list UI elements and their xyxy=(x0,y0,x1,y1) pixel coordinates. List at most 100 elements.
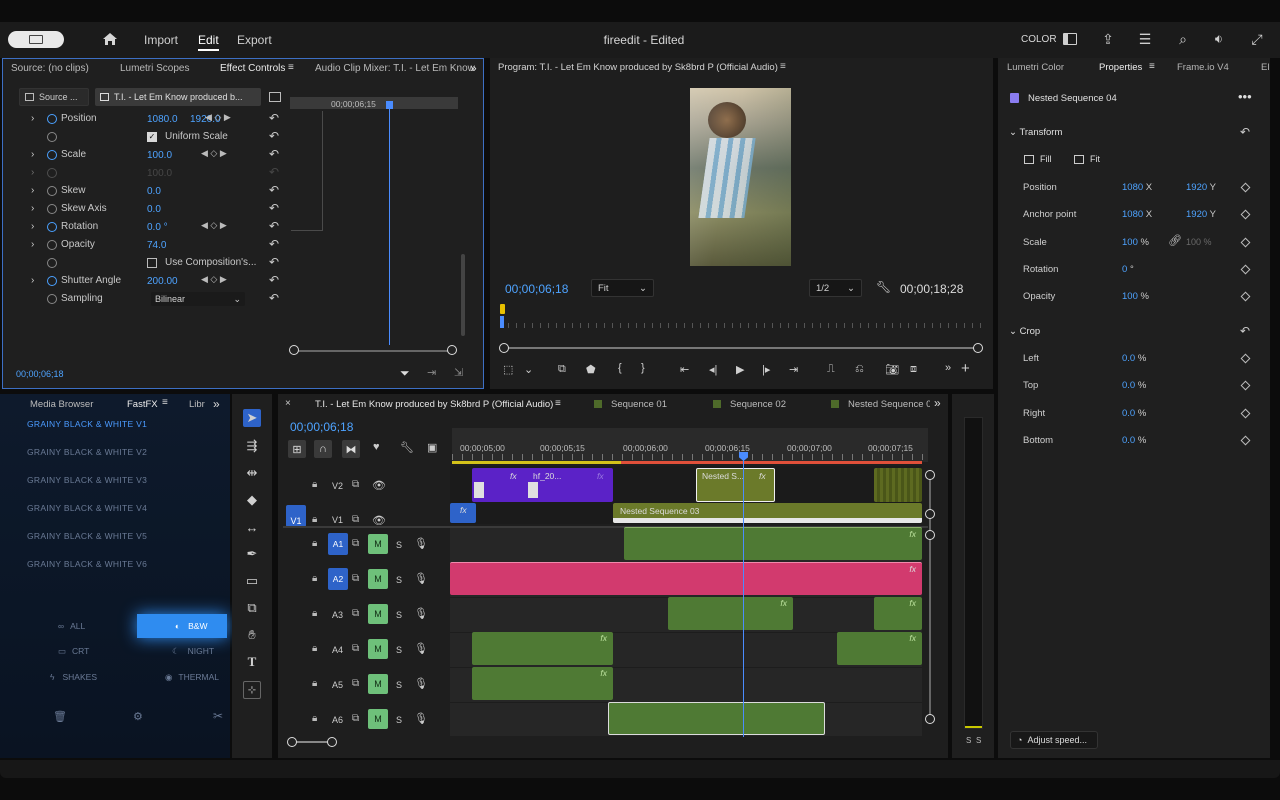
program-ruler[interactable] xyxy=(500,313,982,331)
ripple-edit-icon[interactable]: ⇹ xyxy=(243,464,261,482)
use-composition-checkbox[interactable] xyxy=(147,258,157,268)
generative-extend-icon[interactable]: ⊹ xyxy=(243,681,261,699)
multicam-icon[interactable]: ⧈ xyxy=(910,363,917,376)
meter-solo-right[interactable]: S xyxy=(976,736,981,745)
track-lock-icon[interactable]: 🔒︎ xyxy=(312,514,317,525)
fullscreen-icon[interactable]: ⤢ xyxy=(1249,30,1265,48)
stopwatch-icon[interactable] xyxy=(47,204,57,214)
share-icon[interactable]: ⇪ xyxy=(1100,30,1116,48)
stopwatch-icon[interactable] xyxy=(47,294,57,304)
shutter-angle-value[interactable]: 200.00 xyxy=(147,276,178,287)
tab-menu-icon[interactable]: ≡ xyxy=(1149,61,1155,72)
solo-button[interactable]: S xyxy=(396,680,402,690)
fx-item[interactable]: GRAINY BLACK & WHITE V3 xyxy=(27,475,147,485)
ec-zoom-handle-right[interactable] xyxy=(447,345,457,355)
prop-position-y[interactable]: 1920 Y xyxy=(1186,182,1216,193)
close-tab-icon[interactable]: × xyxy=(285,398,291,409)
export-frame-icon[interactable]: ⇲ xyxy=(454,366,463,379)
ec-playhead[interactable] xyxy=(389,101,390,345)
filter-night[interactable]: ☾ NIGHT xyxy=(172,646,214,657)
prop-anchor-y[interactable]: 1920 Y xyxy=(1186,209,1216,220)
track-a5-label[interactable]: A5 xyxy=(332,680,343,690)
marker-icon[interactable]: ⬟ xyxy=(586,363,596,376)
reset-icon[interactable]: ↶ xyxy=(269,201,279,215)
crop-top-value[interactable]: 0.0 % xyxy=(1122,380,1146,391)
vscroll-handle[interactable] xyxy=(925,509,935,519)
program-zoom-left[interactable] xyxy=(499,343,509,353)
stopwatch-icon[interactable] xyxy=(47,186,57,196)
prop-rotation-value[interactable]: 0 ° xyxy=(1122,264,1134,275)
clip-a3b[interactable]: fx xyxy=(874,597,922,630)
tab-el[interactable]: El xyxy=(1261,62,1269,73)
trash-icon[interactable]: 🗑︎ xyxy=(53,710,67,723)
program-zoom-bar[interactable] xyxy=(504,347,978,349)
mute-button[interactable]: M xyxy=(368,639,388,659)
track-lock-icon[interactable]: 🔒︎ xyxy=(312,479,317,490)
solo-button[interactable]: S xyxy=(396,575,402,585)
ec-timecode[interactable]: 00;00;06;18 xyxy=(16,369,64,379)
microphone-icon[interactable]: 🎙︎ xyxy=(414,537,428,550)
clip-v1-left[interactable]: fx xyxy=(450,503,476,523)
clip-v2-right[interactable] xyxy=(874,468,922,502)
hand-tool-icon[interactable]: ✋︎ xyxy=(243,626,261,644)
mute-button[interactable]: M xyxy=(368,534,388,554)
hscroll-handle-right[interactable] xyxy=(327,737,337,747)
toggle-sync-icon[interactable]: ⧉ xyxy=(352,643,359,654)
fit-dropdown[interactable]: Fit ⌄ xyxy=(591,279,654,297)
clip-a5[interactable]: fx xyxy=(472,667,613,700)
stopwatch-icon[interactable] xyxy=(47,114,57,124)
toggle-sync-icon[interactable]: ⧉ xyxy=(352,479,359,490)
crop-bottom-value[interactable]: 0.0 % xyxy=(1122,435,1146,446)
filter-shakes[interactable]: ϟ SHAKES xyxy=(50,672,97,682)
fx-item[interactable]: GRAINY BLACK & WHITE V4 xyxy=(27,503,147,513)
clip-chip[interactable]: T.I. - Let Em Know produced b... xyxy=(95,88,261,106)
color-label[interactable]: COLOR xyxy=(1021,34,1057,45)
split-view-icon[interactable] xyxy=(269,92,281,102)
reset-icon[interactable]: ↶ xyxy=(1240,324,1250,338)
filter-icon[interactable]: ⏷ xyxy=(400,366,410,381)
source-chip[interactable]: Source ... xyxy=(19,88,89,106)
chevron-down-icon[interactable]: ⌄ xyxy=(524,363,533,376)
prop-position-x[interactable]: 1080 X xyxy=(1122,182,1152,193)
track-a4-label[interactable]: A4 xyxy=(332,645,343,655)
track-lock-icon[interactable]: 🔒︎ xyxy=(312,608,317,619)
lift-icon[interactable]: ⎍ xyxy=(827,363,835,376)
program-playhead-blue[interactable] xyxy=(500,316,504,328)
track-a6-label[interactable]: A6 xyxy=(332,715,343,725)
prop-opacity-value[interactable]: 100 % xyxy=(1122,291,1149,302)
tab-properties[interactable]: Properties xyxy=(1099,62,1142,73)
work-area-bar[interactable] xyxy=(452,461,922,464)
expand-chevron-icon[interactable]: › xyxy=(31,149,34,160)
timeline-tab-seq02[interactable]: Sequence 02 xyxy=(730,399,786,410)
toggle-sync-icon[interactable]: ⧉ xyxy=(352,514,359,525)
crop-header[interactable]: ⌄ Crop xyxy=(1009,326,1040,337)
solo-button[interactable]: S xyxy=(396,645,402,655)
skew-axis-value[interactable]: 0.0 xyxy=(147,204,161,215)
microphone-icon[interactable]: 🎙︎ xyxy=(414,572,428,585)
link-icon[interactable]: 🔗︎ xyxy=(1168,234,1182,247)
expand-chevron-icon[interactable]: › xyxy=(31,239,34,250)
rotation-value[interactable]: 0.0 ° xyxy=(147,222,168,233)
tabs-overflow-icon[interactable]: » xyxy=(934,396,941,410)
volume-icon[interactable]: 🔉︎ xyxy=(1210,30,1228,48)
expand-chevron-icon[interactable]: › xyxy=(31,203,34,214)
filter-crt[interactable]: ▭ CRT xyxy=(58,646,89,657)
program-menu-icon[interactable]: ≡ xyxy=(780,61,786,72)
toggle-sync-icon[interactable]: ⧉ xyxy=(352,678,359,689)
crop-right-value[interactable]: 0.0 % xyxy=(1122,408,1146,419)
program-playhead[interactable] xyxy=(500,304,505,314)
list-icon[interactable]: ☰ xyxy=(1137,30,1153,48)
fx-item[interactable]: GRAINY BLACK & WHITE V2 xyxy=(27,447,147,457)
go-to-in-icon[interactable]: ⇤ xyxy=(680,363,689,376)
stopwatch-icon[interactable] xyxy=(47,240,57,250)
toggle-sync-icon[interactable]: ⧉ xyxy=(352,573,359,584)
expand-chevron-icon[interactable]: › xyxy=(31,113,34,124)
wrench-icon[interactable]: 🔧︎ xyxy=(876,280,891,294)
sampling-dropdown[interactable]: Bilinear ⌄ xyxy=(151,292,245,306)
resolution-dropdown[interactable]: 1/2 ⌄ xyxy=(809,279,862,297)
expand-chevron-icon[interactable]: › xyxy=(31,167,34,178)
clip-a4b[interactable]: fx xyxy=(837,632,922,665)
selection-tool-icon[interactable]: ➤ xyxy=(243,409,261,427)
keyframe-nav-icon[interactable]: ◀ ◇ ▶ xyxy=(201,148,227,159)
stopwatch-icon[interactable] xyxy=(47,276,57,286)
